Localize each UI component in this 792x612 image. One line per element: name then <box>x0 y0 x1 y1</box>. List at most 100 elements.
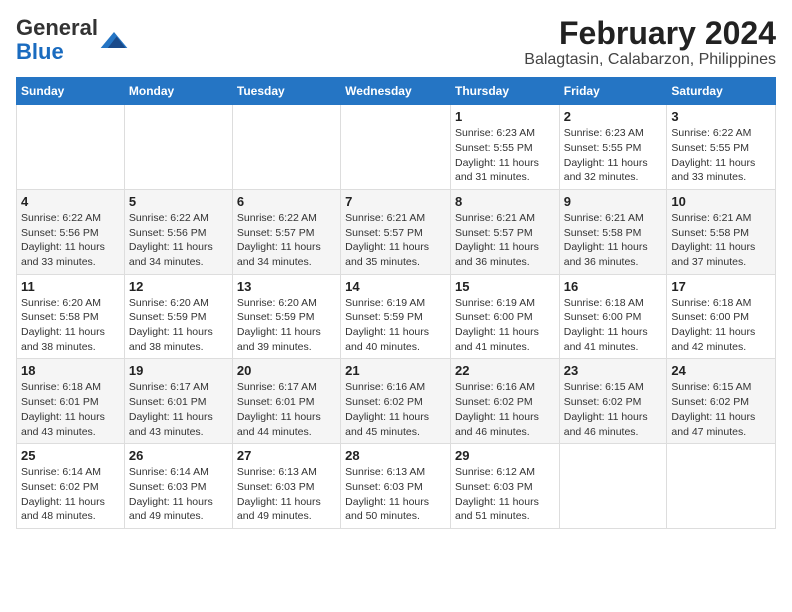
day-info: Sunrise: 6:21 AM Sunset: 5:57 PM Dayligh… <box>455 211 555 270</box>
day-info: Sunrise: 6:22 AM Sunset: 5:56 PM Dayligh… <box>21 211 120 270</box>
calendar-cell: 10 Sunrise: 6:21 AM Sunset: 5:58 PM Dayli… <box>667 189 776 274</box>
calendar-cell: 1 Sunrise: 6:23 AM Sunset: 5:55 PM Daylig… <box>450 105 559 190</box>
calendar-cell: 6 Sunrise: 6:22 AM Sunset: 5:57 PM Daylig… <box>232 189 340 274</box>
day-number: 6 <box>237 194 336 209</box>
calendar-week-row: 25Sunrise: 6:14 AM Sunset: 6:02 PM Dayli… <box>17 444 776 529</box>
day-info: Sunrise: 6:22 AM Sunset: 5:57 PM Dayligh… <box>237 211 336 270</box>
calendar-cell: 29 Sunrise: 6:12 AM Sunset: 6:03 PM Dayli… <box>450 444 559 529</box>
calendar-cell: 22Sunrise: 6:16 AM Sunset: 6:02 PM Dayli… <box>450 359 559 444</box>
weekday-header: Sunday <box>17 78 125 105</box>
day-info: Sunrise: 6:20 AM Sunset: 5:59 PM Dayligh… <box>237 296 336 355</box>
day-number: 8 <box>455 194 555 209</box>
day-info: Sunrise: 6:18 AM Sunset: 6:01 PM Dayligh… <box>21 380 120 439</box>
day-info: Sunrise: 6:21 AM Sunset: 5:58 PM Dayligh… <box>671 211 771 270</box>
calendar-week-row: 18 Sunrise: 6:18 AM Sunset: 6:01 PM Dayli… <box>17 359 776 444</box>
day-number: 22 <box>455 363 555 378</box>
day-number: 3 <box>671 109 771 124</box>
day-number: 11 <box>21 279 120 294</box>
calendar-cell: 23 Sunrise: 6:15 AM Sunset: 6:02 PM Dayli… <box>559 359 667 444</box>
day-number: 2 <box>564 109 663 124</box>
calendar-title: February 2024 <box>524 16 776 51</box>
page-header: GeneralBlue February 2024 Balagtasin, Ca… <box>16 16 776 69</box>
calendar-cell: 21 Sunrise: 6:16 AM Sunset: 6:02 PM Dayli… <box>341 359 451 444</box>
day-number: 17 <box>671 279 771 294</box>
calendar-week-row: 1 Sunrise: 6:23 AM Sunset: 5:55 PM Daylig… <box>17 105 776 190</box>
calendar-cell: 24 Sunrise: 6:15 AM Sunset: 6:02 PM Dayli… <box>667 359 776 444</box>
day-info: Sunrise: 6:15 AM Sunset: 6:02 PM Dayligh… <box>671 380 771 439</box>
day-info: Sunrise: 6:18 AM Sunset: 6:00 PM Dayligh… <box>671 296 771 355</box>
day-number: 10 <box>671 194 771 209</box>
calendar-cell: 25Sunrise: 6:14 AM Sunset: 6:02 PM Dayli… <box>17 444 125 529</box>
calendar-cell: 26 Sunrise: 6:14 AM Sunset: 6:03 PM Dayli… <box>124 444 232 529</box>
calendar-subtitle: Balagtasin, Calabarzon, Philippines <box>524 51 776 69</box>
calendar-cell: 9 Sunrise: 6:21 AM Sunset: 5:58 PM Daylig… <box>559 189 667 274</box>
day-number: 23 <box>564 363 663 378</box>
day-info: Sunrise: 6:21 AM Sunset: 5:58 PM Dayligh… <box>564 211 663 270</box>
day-info: Sunrise: 6:13 AM Sunset: 6:03 PM Dayligh… <box>237 465 336 524</box>
calendar-cell: 12Sunrise: 6:20 AM Sunset: 5:59 PM Dayli… <box>124 274 232 359</box>
calendar-cell: 11 Sunrise: 6:20 AM Sunset: 5:58 PM Dayli… <box>17 274 125 359</box>
day-info: Sunrise: 6:20 AM Sunset: 5:58 PM Dayligh… <box>21 296 120 355</box>
calendar-cell: 5 Sunrise: 6:22 AM Sunset: 5:56 PM Daylig… <box>124 189 232 274</box>
day-number: 19 <box>129 363 228 378</box>
day-number: 18 <box>21 363 120 378</box>
calendar-cell: 27Sunrise: 6:13 AM Sunset: 6:03 PM Dayli… <box>232 444 340 529</box>
calendar-table: SundayMondayTuesdayWednesdayThursdayFrid… <box>16 77 776 529</box>
day-number: 24 <box>671 363 771 378</box>
calendar-cell: 28 Sunrise: 6:13 AM Sunset: 6:03 PM Dayli… <box>341 444 451 529</box>
calendar-cell: 15 Sunrise: 6:19 AM Sunset: 6:00 PM Dayli… <box>450 274 559 359</box>
calendar-week-row: 4 Sunrise: 6:22 AM Sunset: 5:56 PM Daylig… <box>17 189 776 274</box>
title-area: February 2024 Balagtasin, Calabarzon, Ph… <box>524 16 776 69</box>
logo-icon <box>100 32 128 48</box>
day-info: Sunrise: 6:14 AM Sunset: 6:02 PM Dayligh… <box>21 465 120 524</box>
day-info: Sunrise: 6:21 AM Sunset: 5:57 PM Dayligh… <box>345 211 446 270</box>
logo: GeneralBlue <box>16 16 128 64</box>
day-number: 9 <box>564 194 663 209</box>
calendar-cell: 17 Sunrise: 6:18 AM Sunset: 6:00 PM Dayli… <box>667 274 776 359</box>
day-number: 5 <box>129 194 228 209</box>
day-number: 13 <box>237 279 336 294</box>
day-info: Sunrise: 6:13 AM Sunset: 6:03 PM Dayligh… <box>345 465 446 524</box>
day-number: 28 <box>345 448 446 463</box>
calendar-cell: 4 Sunrise: 6:22 AM Sunset: 5:56 PM Daylig… <box>17 189 125 274</box>
weekday-header-row: SundayMondayTuesdayWednesdayThursdayFrid… <box>17 78 776 105</box>
day-info: Sunrise: 6:17 AM Sunset: 6:01 PM Dayligh… <box>129 380 228 439</box>
weekday-header: Wednesday <box>341 78 451 105</box>
day-number: 1 <box>455 109 555 124</box>
day-info: Sunrise: 6:14 AM Sunset: 6:03 PM Dayligh… <box>129 465 228 524</box>
day-number: 20 <box>237 363 336 378</box>
weekday-header: Thursday <box>450 78 559 105</box>
day-number: 21 <box>345 363 446 378</box>
calendar-cell: 2 Sunrise: 6:23 AM Sunset: 5:55 PM Daylig… <box>559 105 667 190</box>
day-info: Sunrise: 6:23 AM Sunset: 5:55 PM Dayligh… <box>455 126 555 185</box>
calendar-cell: 20 Sunrise: 6:17 AM Sunset: 6:01 PM Dayli… <box>232 359 340 444</box>
calendar-cell: 18 Sunrise: 6:18 AM Sunset: 6:01 PM Dayli… <box>17 359 125 444</box>
day-info: Sunrise: 6:17 AM Sunset: 6:01 PM Dayligh… <box>237 380 336 439</box>
day-info: Sunrise: 6:15 AM Sunset: 6:02 PM Dayligh… <box>564 380 663 439</box>
weekday-header: Friday <box>559 78 667 105</box>
calendar-cell: 13 Sunrise: 6:20 AM Sunset: 5:59 PM Dayli… <box>232 274 340 359</box>
day-info: Sunrise: 6:16 AM Sunset: 6:02 PM Dayligh… <box>345 380 446 439</box>
day-number: 29 <box>455 448 555 463</box>
calendar-cell: 8 Sunrise: 6:21 AM Sunset: 5:57 PM Daylig… <box>450 189 559 274</box>
calendar-cell: 3Sunrise: 6:22 AM Sunset: 5:55 PM Daylig… <box>667 105 776 190</box>
day-info: Sunrise: 6:22 AM Sunset: 5:56 PM Dayligh… <box>129 211 228 270</box>
calendar-cell <box>17 105 125 190</box>
logo-text: GeneralBlue <box>16 16 98 64</box>
weekday-header: Tuesday <box>232 78 340 105</box>
day-info: Sunrise: 6:23 AM Sunset: 5:55 PM Dayligh… <box>564 126 663 185</box>
day-number: 14 <box>345 279 446 294</box>
day-info: Sunrise: 6:12 AM Sunset: 6:03 PM Dayligh… <box>455 465 555 524</box>
day-number: 4 <box>21 194 120 209</box>
day-info: Sunrise: 6:19 AM Sunset: 6:00 PM Dayligh… <box>455 296 555 355</box>
calendar-cell <box>124 105 232 190</box>
weekday-header: Saturday <box>667 78 776 105</box>
day-number: 15 <box>455 279 555 294</box>
day-number: 7 <box>345 194 446 209</box>
day-info: Sunrise: 6:20 AM Sunset: 5:59 PM Dayligh… <box>129 296 228 355</box>
day-info: Sunrise: 6:18 AM Sunset: 6:00 PM Dayligh… <box>564 296 663 355</box>
day-number: 16 <box>564 279 663 294</box>
calendar-cell: 7 Sunrise: 6:21 AM Sunset: 5:57 PM Daylig… <box>341 189 451 274</box>
calendar-cell: 19 Sunrise: 6:17 AM Sunset: 6:01 PM Dayli… <box>124 359 232 444</box>
day-number: 26 <box>129 448 228 463</box>
